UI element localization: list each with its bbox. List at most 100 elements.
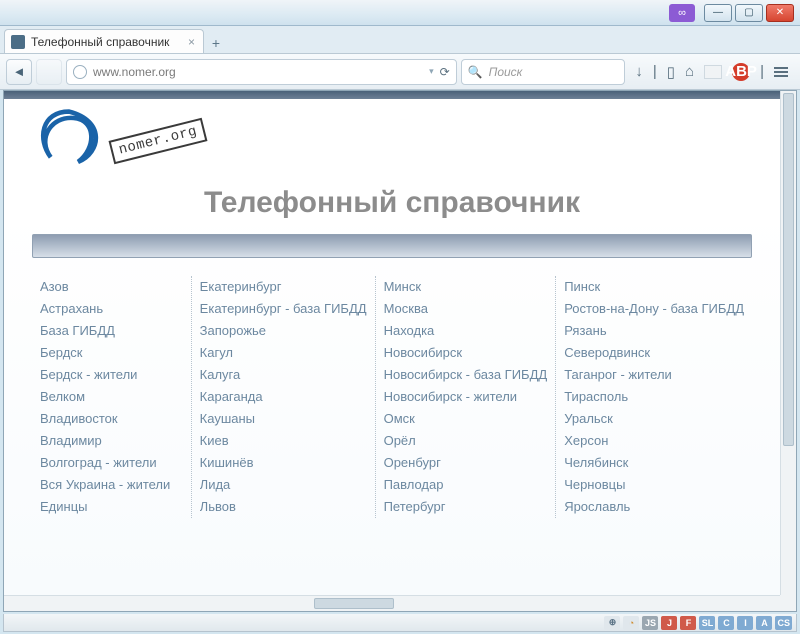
reload-icon[interactable]: ⟳ xyxy=(440,65,450,79)
bookmark-icon[interactable]: ▯ xyxy=(667,63,675,81)
city-link[interactable]: Рязань xyxy=(564,320,744,342)
status-badge[interactable]: A xyxy=(756,616,772,630)
status-badge[interactable]: F xyxy=(680,616,696,630)
url-dropdown-icon[interactable]: ▾ xyxy=(429,66,434,77)
browser-toolbar: ◄ www.nomer.org ▾ ⟳ 🔍 Поиск ↓ | ▯ ⌂ ABP … xyxy=(0,54,800,90)
city-link[interactable]: Ярославль xyxy=(564,496,744,518)
city-column: ПинскРостов-на-Дону - база ГИБДДРязаньСе… xyxy=(556,276,752,518)
city-link[interactable]: Вся Украина - жители xyxy=(40,474,183,496)
window-titlebar: ∞ — ▢ ✕ xyxy=(0,0,800,26)
favicon-icon xyxy=(11,35,25,49)
city-link[interactable]: Херсон xyxy=(564,430,744,452)
home-icon[interactable]: ⌂ xyxy=(685,63,694,80)
city-column: ЕкатеринбургЕкатеринбург - база ГИБДДЗап… xyxy=(192,276,376,518)
city-link[interactable]: Тирасполь xyxy=(564,386,744,408)
city-link[interactable]: Пинск xyxy=(564,276,744,298)
city-link[interactable]: Бердск xyxy=(40,342,183,364)
city-link[interactable]: Калуга xyxy=(200,364,367,386)
city-link[interactable]: Омск xyxy=(384,408,548,430)
close-window-button[interactable]: ✕ xyxy=(766,4,794,22)
status-badge[interactable]: J xyxy=(661,616,677,630)
city-link[interactable]: Единцы xyxy=(40,496,183,518)
status-badge[interactable]: C xyxy=(718,616,734,630)
vertical-scrollbar[interactable] xyxy=(780,91,796,595)
city-link[interactable]: Бердск - жители xyxy=(40,364,183,386)
search-placeholder: Поиск xyxy=(489,65,523,79)
page-title: Телефонный справочник xyxy=(32,182,752,234)
tab-strip: Телефонный справочник × + xyxy=(0,26,800,54)
city-link[interactable]: Черновцы xyxy=(564,474,744,496)
city-link[interactable]: Запорожье xyxy=(200,320,367,342)
logo: nomer.org xyxy=(32,103,752,182)
adblock-icon[interactable]: ABP xyxy=(732,63,750,81)
city-link[interactable]: Северодвинск xyxy=(564,342,744,364)
city-link[interactable]: Москва xyxy=(384,298,548,320)
city-link[interactable]: Караганда xyxy=(200,386,367,408)
horizontal-scrollbar[interactable] xyxy=(4,595,780,611)
city-link[interactable]: Кишинёв xyxy=(200,452,367,474)
city-column: МинскМоскваНаходкаНовосибирскНовосибирск… xyxy=(376,276,557,518)
minimize-button[interactable]: — xyxy=(704,4,732,22)
status-badge[interactable]: CS xyxy=(775,616,792,630)
browser-tab[interactable]: Телефонный справочник × xyxy=(4,29,204,53)
city-link[interactable]: Кагул xyxy=(200,342,367,364)
search-bar[interactable]: 🔍 Поиск xyxy=(461,59,626,85)
back-button[interactable]: ◄ xyxy=(6,59,32,85)
city-link[interactable]: Киев xyxy=(200,430,367,452)
toolbar-icons: ↓ | ▯ ⌂ ABP | xyxy=(629,63,794,81)
blank-icon[interactable] xyxy=(704,65,722,79)
city-link[interactable]: Владимир xyxy=(40,430,183,452)
separator-bar xyxy=(32,234,752,258)
sep: | xyxy=(653,63,657,80)
city-link[interactable]: Минск xyxy=(384,276,548,298)
city-link[interactable]: Екатеринбург - база ГИБДД xyxy=(200,298,367,320)
download-icon[interactable]: ↓ xyxy=(635,63,643,80)
url-text: www.nomer.org xyxy=(93,65,176,79)
city-link[interactable]: Таганрог - жители xyxy=(564,364,744,386)
city-link[interactable]: Каушаны xyxy=(200,408,367,430)
status-badge[interactable]: I xyxy=(737,616,753,630)
search-icon: 🔍 xyxy=(468,65,483,79)
city-link[interactable]: Челябинск xyxy=(564,452,744,474)
city-link[interactable]: Уральск xyxy=(564,408,744,430)
city-columns: АзовАстраханьБаза ГИБДДБердскБердск - жи… xyxy=(32,276,752,518)
city-link[interactable]: Ростов-на-Дону - база ГИБДД xyxy=(564,298,744,320)
city-link[interactable]: Находка xyxy=(384,320,548,342)
maximize-button[interactable]: ▢ xyxy=(735,4,763,22)
status-badge[interactable]: ⊕ xyxy=(604,616,620,630)
vpn-icon[interactable]: ∞ xyxy=(669,4,695,22)
city-link[interactable]: Лида xyxy=(200,474,367,496)
city-link[interactable]: Волгоград - жители xyxy=(40,452,183,474)
menu-icon[interactable] xyxy=(774,67,788,77)
city-link[interactable]: База ГИБДД xyxy=(40,320,183,342)
city-link[interactable]: Екатеринбург xyxy=(200,276,367,298)
city-link[interactable]: Петербург xyxy=(384,496,548,518)
status-badge[interactable]: SL xyxy=(699,616,715,630)
city-link[interactable]: Львов xyxy=(200,496,367,518)
city-link[interactable]: Оренбург xyxy=(384,452,548,474)
city-link[interactable]: Павлодар xyxy=(384,474,548,496)
status-badge[interactable]: ◔ xyxy=(623,616,639,630)
city-link[interactable]: Астрахань xyxy=(40,298,183,320)
globe-icon xyxy=(73,65,87,79)
city-column: АзовАстраханьБаза ГИБДДБердскБердск - жи… xyxy=(32,276,192,518)
tab-title: Телефонный справочник xyxy=(31,35,169,49)
viewport: nomer.org Телефонный справочник АзовАстр… xyxy=(3,90,797,612)
page-content: nomer.org Телефонный справочник АзовАстр… xyxy=(4,91,780,595)
status-badge[interactable]: JS xyxy=(642,616,658,630)
city-link[interactable]: Новосибирск xyxy=(384,342,548,364)
city-link[interactable]: Владивосток xyxy=(40,408,183,430)
city-link[interactable]: Орёл xyxy=(384,430,548,452)
new-tab-button[interactable]: + xyxy=(204,33,228,53)
url-bar[interactable]: www.nomer.org ▾ ⟳ xyxy=(66,59,457,85)
city-link[interactable]: Велком xyxy=(40,386,183,408)
tab-close-button[interactable]: × xyxy=(188,35,195,49)
header-band xyxy=(4,91,780,99)
forward-button[interactable] xyxy=(36,59,62,85)
status-bar: ⊕◔JSJFSLCIACS xyxy=(3,614,797,632)
logo-swoosh-icon xyxy=(32,107,106,174)
scroll-corner xyxy=(780,595,796,611)
city-link[interactable]: Новосибирск - жители xyxy=(384,386,548,408)
city-link[interactable]: Новосибирск - база ГИБДД xyxy=(384,364,548,386)
city-link[interactable]: Азов xyxy=(40,276,183,298)
